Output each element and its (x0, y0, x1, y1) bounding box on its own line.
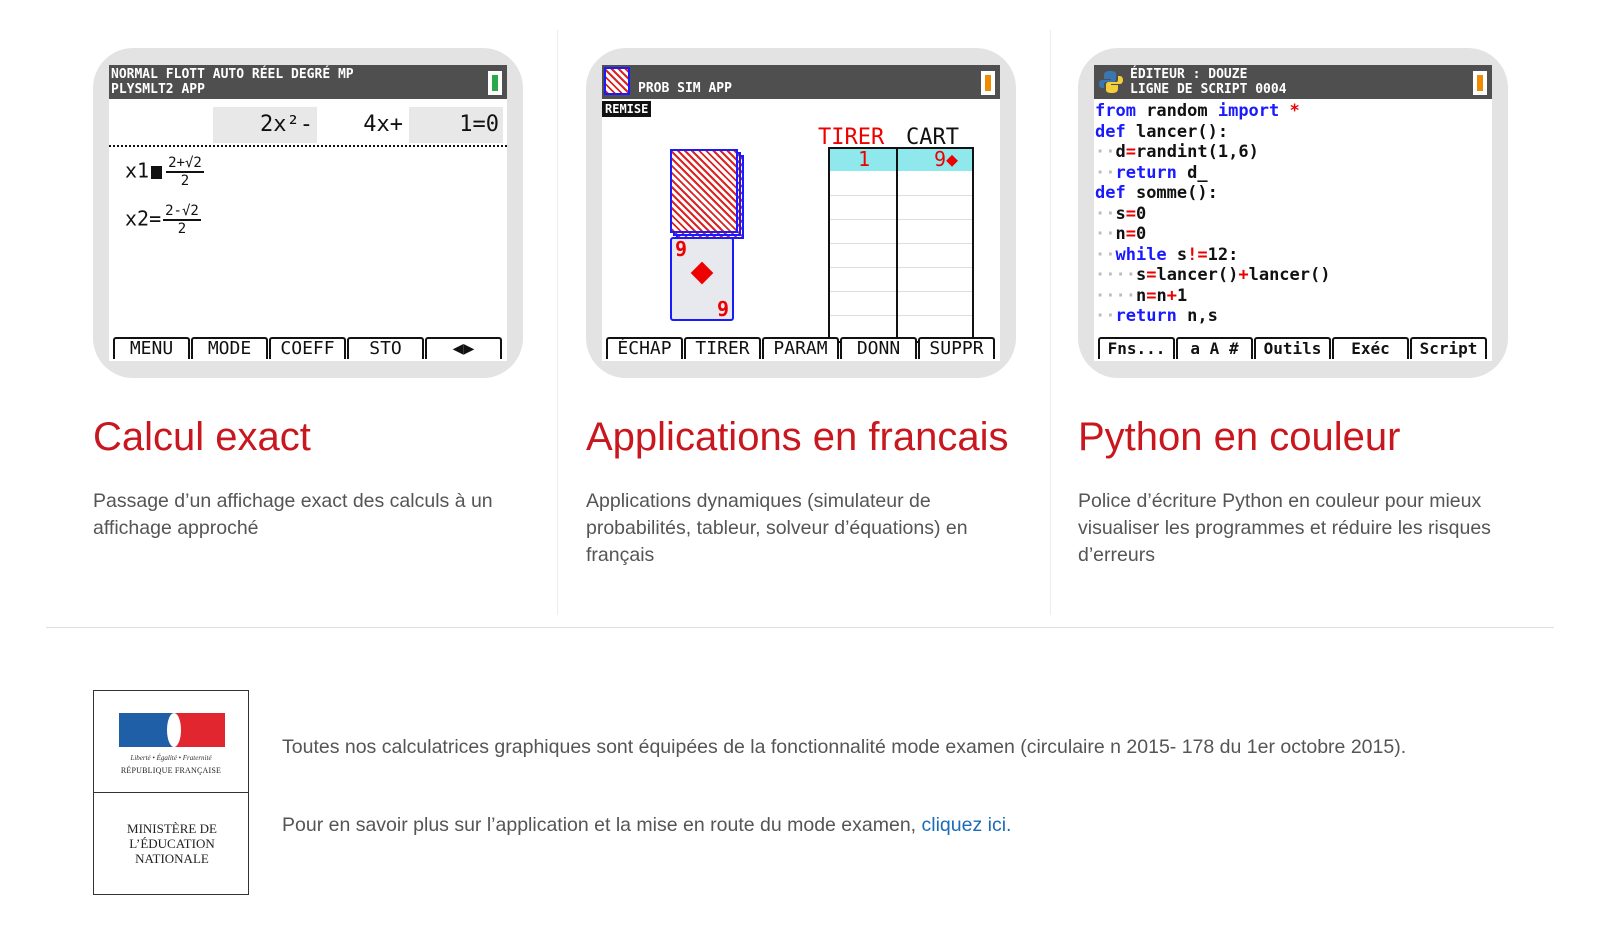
status-line: ÉDITEUR : DOUZE (1130, 67, 1248, 82)
softkey-bar: MENU MODE COEFF STO ◀▶ (109, 337, 507, 359)
equation-term: 4x+ (323, 107, 407, 143)
cliquez-ici-link[interactable]: cliquez ici. (922, 814, 1012, 836)
softkey-exec: Exéc (1332, 337, 1409, 359)
remise-label: REMISE (602, 101, 652, 117)
softkey-bar: ÉCHAP TIRER PARAM DONN SUPPR (602, 337, 1000, 359)
calculator-screen: NORMAL FLOTT AUTO RÉEL DEGRÉ MP PLYSMLT2… (109, 65, 507, 361)
feature-python: ÉDITEUR : DOUZE LIGNE DE SCRIPT 0004 fro… (1078, 30, 1508, 615)
fraction: 2-√2 2 (163, 203, 201, 237)
softkey-charset: a A # (1176, 337, 1253, 359)
softkey-suppr: SUPPR (918, 337, 995, 359)
solution-label: x1 (125, 158, 150, 183)
card-deck-icon (670, 149, 738, 233)
results-table: 1 9◆ (828, 147, 974, 343)
status-line: PROB SIM APP (638, 81, 732, 96)
solution-x2: x2= 2-√2 2 (125, 203, 201, 237)
feature-calcul-exact: NORMAL FLOTT AUTO RÉEL DEGRÉ MP PLYSMLT2… (93, 30, 523, 615)
python-code: from random import * def lancer(): ··d=r… (1095, 101, 1331, 326)
marianne-flag-icon (119, 713, 173, 747)
battery-icon (981, 71, 995, 95)
status-bar: NORMAL FLOTT AUTO RÉEL DEGRÉ MP PLYSMLT2… (109, 65, 507, 99)
logo-republique: RÉPUBLIQUE FRANÇAISE (120, 766, 222, 775)
more-info-text: Pour en savoir plus sur l’application et… (282, 812, 1482, 839)
calculator-screen: ÉDITEUR : DOUZE LIGNE DE SCRIPT 0004 fro… (1094, 65, 1492, 361)
status-line: NORMAL FLOTT AUTO RÉEL DEGRÉ MP (111, 67, 354, 82)
softkey-bar: Fns... a A # Outils Exéc Script (1094, 337, 1492, 359)
status-line: PLYSMLT2 APP (111, 82, 205, 97)
exam-mode-text: Toutes nos calculatrices graphiques sont… (282, 736, 1407, 758)
table-cell: 1 (858, 147, 871, 171)
feature-description: Police d’écriture Python en couleur pour… (1078, 490, 1491, 566)
equation-term: 2x²- (213, 107, 317, 143)
calculator-screen: PROB SIM APP REMISE 9 9 TIRER CART 1 9◆ (602, 65, 1000, 361)
feature-applications: PROB SIM APP REMISE 9 9 TIRER CART 1 9◆ (586, 30, 1016, 615)
equation-term: 1=0 (409, 107, 503, 143)
diamond-icon (690, 261, 714, 285)
more-info-label: Pour en savoir plus sur l’application et… (282, 814, 917, 836)
feature-description: Passage d’un affichage exact des calculs… (93, 490, 493, 539)
table-cell: 9◆ (934, 147, 959, 171)
status-bar: PROB SIM APP (602, 65, 1000, 99)
softkey-coeff: COEFF (269, 337, 346, 359)
python-icon (1099, 71, 1123, 93)
status-line: LIGNE DE SCRIPT 0004 (1130, 82, 1287, 97)
softkey-outils: Outils (1254, 337, 1331, 359)
softkey-param: PARAM (762, 337, 839, 359)
logo-ministere: MINISTÈRE DE L’ÉDUCATION NATIONALE (127, 821, 217, 866)
playing-card: 9 9 (670, 237, 734, 321)
softkey-tirer: TIRER (684, 337, 761, 359)
republique-logo: Liberté • Égalité • Fraternité RÉPUBLIQU… (94, 691, 248, 793)
prob-sim-icon (604, 67, 630, 95)
softkey-fns: Fns... (1098, 337, 1175, 359)
softkey-script: Script (1410, 337, 1487, 359)
softkey-menu: MENU (113, 337, 190, 359)
section-divider (46, 627, 1554, 628)
divider (109, 145, 507, 147)
ministere-logo: Liberté • Égalité • Fraternité RÉPUBLIQU… (93, 690, 249, 895)
fraction: 2+√2 2 (166, 155, 204, 189)
solution-x1: x1 2+√2 2 (125, 155, 204, 189)
equation-row: 2x²- 4x+ 1=0 (109, 107, 507, 143)
feature-description: Applications dynamiques (simulateur de p… (586, 490, 968, 566)
feature-title: Applications en francais (586, 415, 1009, 459)
softkey-arrows: ◀▶ (425, 337, 502, 359)
battery-icon (1473, 71, 1487, 95)
softkey-mode: MODE (191, 337, 268, 359)
softkey-echap: ÉCHAP (606, 337, 683, 359)
softkey-sto: STO (347, 337, 424, 359)
battery-icon (488, 71, 502, 95)
solution-label: x2= (125, 206, 162, 231)
feature-title: Python en couleur (1078, 415, 1401, 459)
calculator-screenshot: ÉDITEUR : DOUZE LIGNE DE SCRIPT 0004 fro… (1078, 48, 1508, 378)
status-bar: ÉDITEUR : DOUZE LIGNE DE SCRIPT 0004 (1094, 65, 1492, 99)
softkey-donn: DONN (840, 337, 917, 359)
calculator-screenshot: PROB SIM APP REMISE 9 9 TIRER CART 1 9◆ (586, 48, 1016, 378)
calculator-screenshot: NORMAL FLOTT AUTO RÉEL DEGRÉ MP PLYSMLT2… (93, 48, 523, 378)
feature-title: Calcul exact (93, 415, 311, 459)
logo-motto: Liberté • Égalité • Fraternité (130, 754, 212, 762)
